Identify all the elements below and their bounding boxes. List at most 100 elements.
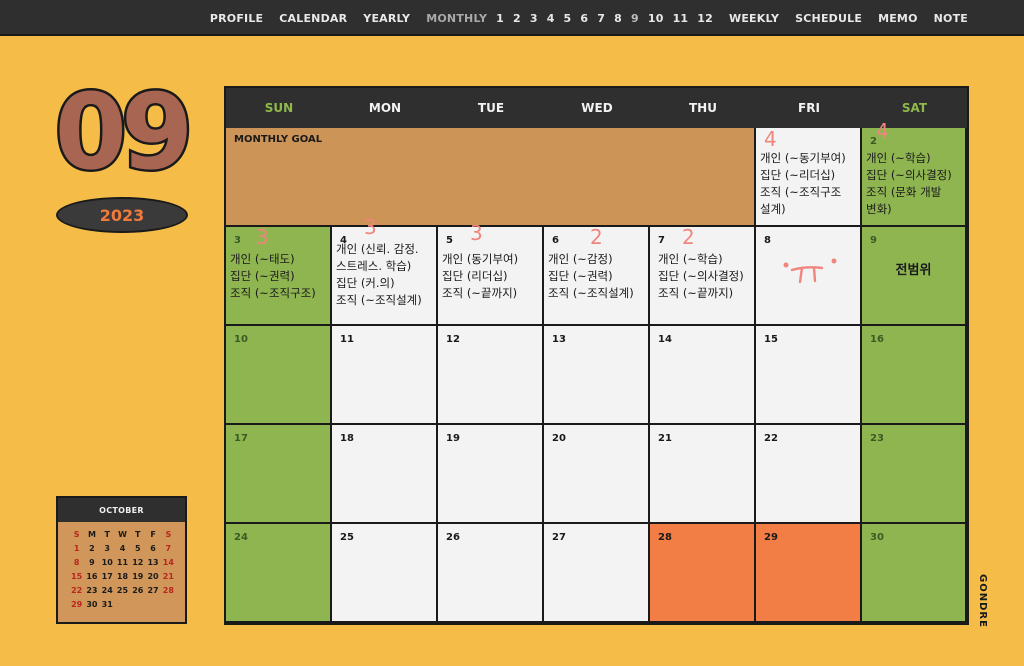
nav-month-12[interactable]: 12: [697, 12, 713, 25]
mini-day[interactable]: 16: [84, 571, 99, 583]
event-line: 조직 (~조직설계): [336, 293, 422, 307]
day-cell-2[interactable]: 2 개인 (~학습) 집단 (~의사결정) 조직 (문화 개발 변화): [862, 128, 967, 227]
nav-monthly[interactable]: MONTHLY: [426, 12, 487, 25]
day-9-note: 전범위: [895, 263, 932, 278]
day-number: 22: [764, 433, 778, 444]
nav-profile[interactable]: PROFILE: [210, 12, 263, 25]
day-cell-25[interactable]: 25: [332, 524, 438, 623]
mini-day[interactable]: 4: [115, 543, 130, 555]
day-cell-6[interactable]: 6 개인 (~감정) 집단 (~권력) 조직 (~조직설계): [544, 227, 650, 326]
mini-day[interactable]: 9: [84, 557, 99, 569]
mini-day[interactable]: 24: [100, 585, 115, 597]
mini-day[interactable]: 22: [69, 585, 84, 597]
nav-month-6[interactable]: 6: [580, 12, 588, 25]
day-cell-10[interactable]: 10: [226, 326, 332, 425]
mini-day[interactable]: 2: [84, 543, 99, 555]
nav-month-7[interactable]: 7: [597, 12, 605, 25]
day-cell-15[interactable]: 15: [756, 326, 862, 425]
day-cell-21[interactable]: 21: [650, 425, 756, 524]
day-cell-27[interactable]: 27: [544, 524, 650, 623]
mini-day[interactable]: 19: [130, 571, 145, 583]
day-cell-23[interactable]: 23: [862, 425, 967, 524]
day-cell-9[interactable]: 9 전범위: [862, 227, 967, 326]
mini-weekday: S: [165, 530, 172, 539]
day-cell-4[interactable]: 4 개인 (신뢰. 감정. 스트레스. 학습) 집단 (커.의) 조직 (~조직…: [332, 227, 438, 326]
day-cell-20[interactable]: 20: [544, 425, 650, 524]
mini-day[interactable]: 29: [69, 599, 84, 611]
day-cell-7[interactable]: 7 개인 (~학습) 집단 (~의사결정) 조직 (~끝까지): [650, 227, 756, 326]
mini-day[interactable]: 26: [130, 585, 145, 597]
mini-day[interactable]: 13: [145, 557, 160, 569]
mini-day[interactable]: 10: [100, 557, 115, 569]
day-cell-18[interactable]: 18: [332, 425, 438, 524]
day-number: 14: [658, 334, 672, 345]
day-cell-3[interactable]: 3 개인 (~태도) 집단 (~권력) 조직 (~조직구조): [226, 227, 332, 326]
mini-day[interactable]: 31: [100, 599, 115, 611]
event-line: 조직 (~조직구조): [230, 286, 316, 300]
nav-weekly[interactable]: WEEKLY: [729, 12, 779, 25]
mini-day[interactable]: 1: [69, 543, 84, 555]
day-cell-16[interactable]: 16: [862, 326, 967, 425]
day-number: 5: [446, 235, 453, 246]
day-3-events: 개인 (~태도) 집단 (~권력) 조직 (~조직구조): [230, 251, 328, 302]
mini-day[interactable]: 7: [161, 543, 176, 555]
mini-weekday: T: [104, 530, 110, 539]
mini-day[interactable]: 17: [100, 571, 115, 583]
day-cell-14[interactable]: 14: [650, 326, 756, 425]
mini-day[interactable]: 3: [100, 543, 115, 555]
mini-day[interactable]: 6: [145, 543, 160, 555]
day-cell-13[interactable]: 13: [544, 326, 650, 425]
day-number: 8: [764, 235, 771, 246]
day-number: 30: [870, 532, 884, 543]
monthly-goal-cell[interactable]: MONTHLY GOAL: [226, 128, 756, 227]
mini-day[interactable]: 8: [69, 557, 84, 569]
day-cell-12[interactable]: 12: [438, 326, 544, 425]
nav-month-11[interactable]: 11: [673, 12, 689, 25]
nav-month-2[interactable]: 2: [513, 12, 521, 25]
mini-day[interactable]: 18: [115, 571, 130, 583]
day-number: 13: [552, 334, 566, 345]
nav-schedule[interactable]: SCHEDULE: [795, 12, 862, 25]
mini-day[interactable]: 11: [115, 557, 130, 569]
nav-memo[interactable]: MEMO: [878, 12, 918, 25]
event-line: 설계): [760, 202, 786, 216]
mini-day[interactable]: 28: [161, 585, 176, 597]
mini-weekday: S: [73, 530, 80, 539]
mini-day[interactable]: 20: [145, 571, 160, 583]
nav-month-1[interactable]: 1: [496, 12, 504, 25]
day-number: 21: [658, 433, 672, 444]
day-cell-8[interactable]: 8: [756, 227, 862, 326]
day-cell-17[interactable]: 17: [226, 425, 332, 524]
event-line: 조직 (~조직구조: [760, 185, 842, 199]
nav-month-10[interactable]: 10: [648, 12, 664, 25]
day-cell-28[interactable]: 28: [650, 524, 756, 623]
mini-day[interactable]: 14: [161, 557, 176, 569]
mini-calendar[interactable]: OCTOBER S M T W T F S 1 2 3 4 5 6 7 8 9 10 11 12 13 14 15 16 17…: [56, 496, 187, 624]
day-cell-11[interactable]: 11: [332, 326, 438, 425]
mini-day[interactable]: 12: [130, 557, 145, 569]
mini-day[interactable]: 21: [161, 571, 176, 583]
day-cell-5[interactable]: 5 개인 (동기부여) 집단 (리더십) 조직 (~끝까지): [438, 227, 544, 326]
day-cell-19[interactable]: 19: [438, 425, 544, 524]
mini-day[interactable]: 15: [69, 571, 84, 583]
day-number: 10: [234, 334, 248, 345]
nav-month-5[interactable]: 5: [564, 12, 572, 25]
mini-day[interactable]: 5: [130, 543, 145, 555]
nav-month-8[interactable]: 8: [614, 12, 622, 25]
day-cell-30[interactable]: 30: [862, 524, 967, 623]
nav-note[interactable]: NOTE: [934, 12, 968, 25]
nav-month-3[interactable]: 3: [530, 12, 538, 25]
nav-month-9[interactable]: 9: [631, 12, 639, 25]
mini-day[interactable]: 23: [84, 585, 99, 597]
nav-yearly[interactable]: YEARLY: [363, 12, 410, 25]
day-cell-29[interactable]: 29: [756, 524, 862, 623]
day-cell-24[interactable]: 24: [226, 524, 332, 623]
nav-calendar[interactable]: CALENDAR: [279, 12, 347, 25]
day-cell-22[interactable]: 22: [756, 425, 862, 524]
day-cell-26[interactable]: 26: [438, 524, 544, 623]
nav-month-4[interactable]: 4: [547, 12, 555, 25]
mini-day[interactable]: 30: [84, 599, 99, 611]
day-cell-1[interactable]: 개인 (~동기부여) 집단 (~리더십) 조직 (~조직구조 설계): [756, 128, 862, 227]
mini-day[interactable]: 25: [115, 585, 130, 597]
mini-day[interactable]: 27: [145, 585, 160, 597]
